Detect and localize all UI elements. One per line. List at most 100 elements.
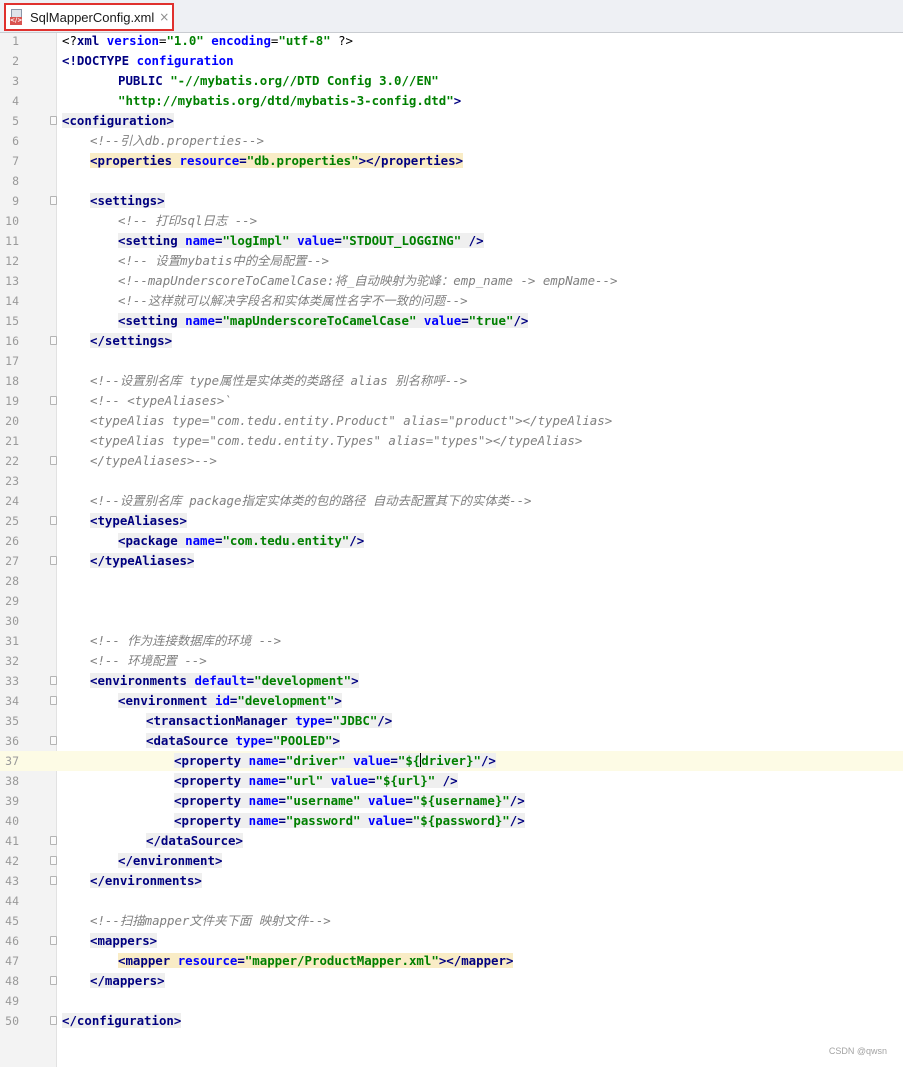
code-line[interactable]: 42 </environment> <box>0 851 903 871</box>
code-line[interactable]: 36 <dataSource type="POOLED"> <box>0 731 903 751</box>
fold-marker-icon[interactable] <box>50 396 57 405</box>
code-token: <!-- 设置mybatis中的全局配置--> <box>118 253 330 268</box>
code-line[interactable]: 9 <settings> <box>0 191 903 211</box>
fold-marker-icon[interactable] <box>50 876 57 885</box>
code-line[interactable]: 24 <!--设置别名库 package指定实体类的包的路径 自动去配置其下的实体… <box>0 491 903 511</box>
code-line[interactable]: 32 <!-- 环境配置 --> <box>0 651 903 671</box>
fold-marker-icon[interactable] <box>50 676 57 685</box>
code-token: > <box>351 673 359 688</box>
code-line[interactable]: 8 <box>0 171 903 191</box>
code-line[interactable]: 19 <!-- <typeAliases>` <box>0 391 903 411</box>
code-token: "mapUnderscoreToCamelCase" <box>222 313 417 328</box>
code-line[interactable]: 26 <package name="com.tedu.entity"/> <box>0 531 903 551</box>
fold-marker-icon[interactable] <box>50 696 57 705</box>
code-token: <!DOCTYPE <box>62 53 137 68</box>
code-line[interactable]: 25 <typeAliases> <box>0 511 903 531</box>
code-token: = <box>278 773 286 788</box>
code-line[interactable]: 43 </environments> <box>0 871 903 891</box>
code-line[interactable]: 29 <box>0 591 903 611</box>
code-token: xml <box>76 33 107 48</box>
code-token: <property <box>174 793 249 808</box>
close-tab-icon[interactable]: × <box>159 10 169 24</box>
code-line[interactable]: 4 "http://mybatis.org/dtd/mybatis-3-confi… <box>0 91 903 111</box>
code-line[interactable]: 38 <property name="url" value="${url}" /> <box>0 771 903 791</box>
code-line[interactable]: 35 <transactionManager type="JDBC"/> <box>0 711 903 731</box>
line-number: 32 <box>5 654 19 668</box>
code-line[interactable]: 31 <!-- 作为连接数据库的环境 --> <box>0 631 903 651</box>
code-line[interactable]: 41 </dataSource> <box>0 831 903 851</box>
code-line[interactable]: 23 <box>0 471 903 491</box>
fold-marker-icon[interactable] <box>50 556 57 565</box>
code-line[interactable]: 49 <box>0 991 903 1011</box>
code-line[interactable]: 6 <!--引入db.properties--> <box>0 131 903 151</box>
code-line[interactable]: 34 <environment id="development"> <box>0 691 903 711</box>
line-number: 15 <box>5 314 19 328</box>
line-number: 9 <box>12 194 19 208</box>
code-line[interactable]: 47 <mapper resource="mapper/ProductMapper… <box>0 951 903 971</box>
code-line[interactable]: 7 <properties resource="db.properties"></… <box>0 151 903 171</box>
code-token: <? <box>62 33 77 48</box>
code-text: <environments default="development"> <box>90 671 359 691</box>
code-token: "mapper/ProductMapper.xml" <box>244 953 439 968</box>
code-text: <property name="driver" value="${driver}… <box>174 751 496 771</box>
code-line[interactable]: 37 <property name="driver" value="${drive… <box>0 751 903 771</box>
code-line[interactable]: 46 <mappers> <box>0 931 903 951</box>
code-token: </environments> <box>90 873 202 888</box>
code-line[interactable]: 16 </settings> <box>0 331 903 351</box>
fold-marker-icon[interactable] <box>50 936 57 945</box>
code-line[interactable]: 18 <!--设置别名库 type属性是实体类的类路径 alias 别名称呼--> <box>0 371 903 391</box>
code-line[interactable]: 20 <typeAlias type="com.tedu.entity.Produ… <box>0 411 903 431</box>
code-line[interactable]: 11 <setting name="logImpl" value="STDOUT_… <box>0 231 903 251</box>
code-text: <?xml version="1.0" encoding="utf-8" ?> <box>62 31 353 51</box>
code-line[interactable]: 28 <box>0 571 903 591</box>
line-number: 5 <box>12 114 19 128</box>
code-line[interactable]: 33 <environments default="development"> <box>0 671 903 691</box>
fold-marker-icon[interactable] <box>50 196 57 205</box>
fold-marker-icon[interactable] <box>50 1016 57 1025</box>
fold-marker-icon[interactable] <box>50 116 57 125</box>
code-token: <!--mapUnderscoreToCamelCase:将_自动映射为驼峰：e… <box>118 273 618 288</box>
xml-file-icon: </> <box>10 9 24 25</box>
line-number: 17 <box>5 354 19 368</box>
code-line[interactable]: 2 <!DOCTYPE configuration <box>0 51 903 71</box>
line-number: 43 <box>5 874 19 888</box>
code-token: name <box>185 533 215 548</box>
code-line[interactable]: 22 </typeAliases>--> <box>0 451 903 471</box>
code-token: <!--引入db.properties--> <box>90 133 264 148</box>
code-line[interactable]: 17 <box>0 351 903 371</box>
fold-marker-icon[interactable] <box>50 456 57 465</box>
code-line[interactable]: 50 </configuration> <box>0 1011 903 1031</box>
code-line[interactable]: 27 </typeAliases> <box>0 551 903 571</box>
code-line[interactable]: 14 <!--这样就可以解决字段名和实体类属性名字不一致的问题--> <box>0 291 903 311</box>
line-number: 21 <box>5 434 19 448</box>
code-line[interactable]: 30 <box>0 611 903 631</box>
fold-marker-icon[interactable] <box>50 736 57 745</box>
code-line[interactable]: 12 <!-- 设置mybatis中的全局配置--> <box>0 251 903 271</box>
code-line[interactable]: 39 <property name="username" value="${use… <box>0 791 903 811</box>
code-line[interactable]: 1 <?xml version="1.0" encoding="utf-8" ?> <box>0 31 903 51</box>
code-line[interactable]: 13 <!--mapUnderscoreToCamelCase:将_自动映射为驼峰… <box>0 271 903 291</box>
code-line[interactable]: 3 PUBLIC "-//mybatis.org//DTD Config 3.0/… <box>0 71 903 91</box>
code-line[interactable]: 5 <configuration> <box>0 111 903 131</box>
code-token: > <box>332 733 340 748</box>
fold-marker-icon[interactable] <box>50 336 57 345</box>
file-tab-sqlmapperconfig[interactable]: </> SqlMapperConfig.xml × <box>4 3 174 31</box>
code-line[interactable]: 15 <setting name = "mapUnderscoreToCamelCas… <box>0 311 903 331</box>
code-line[interactable]: 21 <typeAlias type="com.tedu.entity.Types… <box>0 431 903 451</box>
code-line[interactable]: 48 </mappers> <box>0 971 903 991</box>
fold-marker-icon[interactable] <box>50 516 57 525</box>
code-token: "-//mybatis.org//DTD Config 3.0//EN" <box>170 73 439 88</box>
fold-marker-icon[interactable] <box>50 836 57 845</box>
code-token: <setting <box>118 233 186 248</box>
code-line[interactable]: 44 <box>0 891 903 911</box>
code-token: value <box>297 233 335 248</box>
fold-marker-icon[interactable] <box>50 976 57 985</box>
code-text: <!--扫描mapper文件夹下面 映射文件--> <box>90 911 331 931</box>
code-line[interactable]: 10 <!-- 打印sql日志 --> <box>0 211 903 231</box>
fold-marker-icon[interactable] <box>50 856 57 865</box>
code-editor[interactable]: 1 <?xml version="1.0" encoding="utf-8" ?>… <box>0 31 903 1031</box>
code-token: <typeAlias type="com.tedu.entity.Types" … <box>90 433 583 448</box>
code-token: "password" <box>285 813 361 828</box>
code-line[interactable]: 45 <!--扫描mapper文件夹下面 映射文件--> <box>0 911 903 931</box>
code-line[interactable]: 40 <property name="password" value="${pas… <box>0 811 903 831</box>
